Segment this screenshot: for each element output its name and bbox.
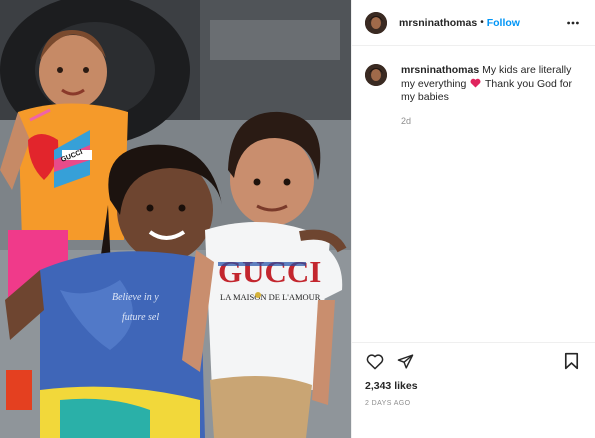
caption-text-block: mrsninathomas My kids are literally my e… [401, 64, 581, 128]
shirt-subtitle-print: LA MAISON DE L'AMOUR [220, 292, 321, 302]
caption-username[interactable]: mrsninathomas [401, 64, 479, 76]
gucci-shirt-print: GUCCI [218, 254, 321, 289]
instagram-post: GUCCI LA MAISON DE L'AMOUR GUCCI Believe… [0, 0, 595, 438]
comments-section: mrsninathomas My kids are literally my e… [352, 46, 595, 342]
post-side-panel: mrsninathomas • Follow mrsninathomas My … [351, 0, 595, 438]
avatar-image [365, 64, 387, 86]
caption-timestamp[interactable]: 2d [401, 115, 581, 129]
red-heart-emoji-icon [470, 78, 481, 88]
header-username[interactable]: mrsninathomas [399, 17, 477, 29]
caption-avatar[interactable] [365, 64, 387, 86]
post-date[interactable]: 2 DAYS AGO [365, 400, 581, 407]
bookmark-icon [564, 352, 578, 370]
paper-plane-icon [397, 353, 413, 369]
avatar-image [365, 11, 387, 34]
middle-shirt-print-line1: Believe in y [112, 292, 159, 303]
share-button[interactable] [395, 351, 415, 371]
avatar[interactable] [365, 11, 387, 34]
follow-button[interactable]: Follow [487, 17, 520, 29]
action-icons [365, 351, 581, 371]
header-separator: • [480, 17, 484, 28]
post-photo[interactable]: GUCCI LA MAISON DE L'AMOUR GUCCI Believe… [0, 0, 351, 438]
post-actions: 2,343 likes 2 DAYS AGO [352, 342, 595, 438]
post-header: mrsninathomas • Follow [352, 0, 595, 46]
likes-count[interactable]: 2,343 likes [365, 380, 581, 392]
middle-shirt-print-line2: future sel [122, 312, 159, 323]
save-button[interactable] [561, 351, 581, 371]
more-options-button[interactable] [565, 15, 581, 31]
like-button[interactable] [365, 351, 385, 371]
kids-photo-illustration: GUCCI LA MAISON DE L'AMOUR GUCCI Believe… [0, 0, 351, 438]
caption-comment: mrsninathomas My kids are literally my e… [365, 64, 581, 128]
heart-outline-icon [366, 353, 384, 369]
three-dots-icon [567, 21, 579, 24]
